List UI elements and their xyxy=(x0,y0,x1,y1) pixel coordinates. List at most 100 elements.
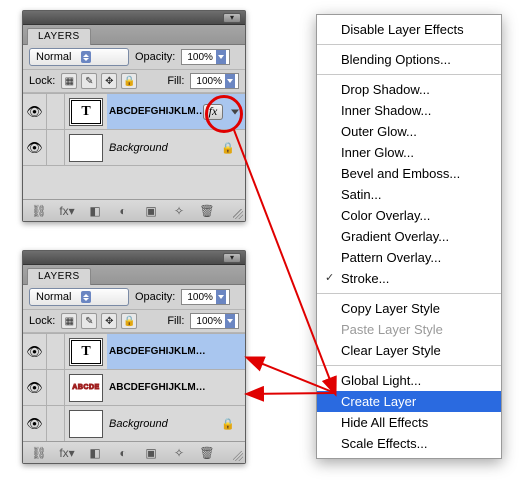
lock-row: Lock: ▦ ✎ ✥ 🔒 Fill: 100% xyxy=(23,310,245,333)
menu-item[interactable]: Copy Layer Style xyxy=(317,298,501,319)
group-icon[interactable]: ▣ xyxy=(143,203,159,219)
opacity-dropdown-icon xyxy=(216,290,226,304)
menu-item[interactable]: Outer Glow... xyxy=(317,121,501,142)
layer-name-area[interactable]: ABCDEFGHIJKLMNOPQR... xyxy=(107,334,245,369)
menu-item[interactable]: Color Overlay... xyxy=(317,205,501,226)
layer-row[interactable]: 👁 TABCDEFGHIJKLMNOPQR... xyxy=(23,333,245,369)
mask-icon[interactable]: ◧ xyxy=(87,445,103,461)
menu-item[interactable]: Inner Glow... xyxy=(317,142,501,163)
new-icon[interactable]: ✧ xyxy=(171,203,187,219)
panel-bottom-bar: ⛓ fx▾ ◧ ◐ ▣ ✧ 🗑 xyxy=(23,199,245,221)
link-column xyxy=(47,130,65,165)
adjust-icon[interactable]: ◐ xyxy=(115,203,131,219)
menu-item[interactable]: Create Layer xyxy=(317,391,501,412)
trash-icon[interactable]: 🗑 xyxy=(199,203,215,219)
lock-icon: 🔒 xyxy=(221,141,235,154)
select-arrows-icon xyxy=(81,51,91,63)
lock-icon: 🔒 xyxy=(221,417,235,430)
blend-mode-select[interactable]: Normal xyxy=(29,48,129,66)
panel-tabbar: LAYERS xyxy=(23,265,245,285)
link-column xyxy=(47,334,65,369)
resize-grip-icon[interactable] xyxy=(233,209,243,219)
link-icon[interactable]: ⛓ xyxy=(31,203,47,219)
menu-item[interactable]: Pattern Overlay... xyxy=(317,247,501,268)
fx-icon[interactable]: fx▾ xyxy=(59,203,75,219)
menu-item[interactable]: Stroke... xyxy=(317,268,501,289)
layer-name: Background xyxy=(109,418,168,430)
link-column xyxy=(47,94,65,129)
fill-input[interactable]: 100% xyxy=(190,73,239,89)
menu-item[interactable]: Gradient Overlay... xyxy=(317,226,501,247)
fill-input[interactable]: 100% xyxy=(190,313,239,329)
blend-row: Normal Opacity: 100% xyxy=(23,45,245,70)
layer-style-context-menu: Disable Layer Effects Blending Options...… xyxy=(316,14,502,459)
menu-separator xyxy=(317,44,501,45)
lock-label: Lock: xyxy=(29,75,55,87)
adjust-icon[interactable]: ◐ xyxy=(115,445,131,461)
lock-transparency-icon[interactable]: ▦ xyxy=(61,73,77,89)
visibility-toggle[interactable]: 👁 xyxy=(23,130,47,165)
menu-separator xyxy=(317,365,501,366)
visibility-toggle[interactable]: 👁 xyxy=(23,370,47,405)
menu-item[interactable]: Clear Layer Style xyxy=(317,340,501,361)
panel-menu-button[interactable]: ▾ xyxy=(223,253,241,263)
layer-row[interactable]: 👁 ABCDEFGHIJKLMNOPQRS... xyxy=(23,369,245,405)
fx-icon[interactable]: fx▾ xyxy=(59,445,75,461)
opacity-value: 100% xyxy=(187,52,213,63)
trash-icon[interactable]: 🗑 xyxy=(199,445,215,461)
new-icon[interactable]: ✧ xyxy=(171,445,187,461)
lock-label: Lock: xyxy=(29,315,55,327)
background-thumb[interactable] xyxy=(69,410,103,438)
lock-pixels-icon[interactable]: ✎ xyxy=(81,73,97,89)
blend-row: Normal Opacity: 100% xyxy=(23,285,245,310)
layer-row[interactable]: 👁 Background 🔒 xyxy=(23,129,245,165)
lock-pixels-icon[interactable]: ✎ xyxy=(81,313,97,329)
lock-all-icon[interactable]: 🔒 xyxy=(121,313,137,329)
layer-name-area[interactable]: ABCDEFGHIJKLMNOPQRS... xyxy=(107,370,245,405)
text-layer-thumb[interactable]: T xyxy=(69,338,103,366)
layer-row[interactable]: 👁 Background 🔒 xyxy=(23,405,245,441)
layer-name: ABCDEFGHIJKLMNO... xyxy=(109,106,207,117)
effect-layer-thumb[interactable] xyxy=(69,374,103,402)
panel-titlebar[interactable]: ▾ xyxy=(23,251,245,265)
visibility-toggle[interactable]: 👁 xyxy=(23,94,47,129)
resize-grip-icon[interactable] xyxy=(233,451,243,461)
menu-item[interactable]: Inner Shadow... xyxy=(317,100,501,121)
visibility-toggle[interactable]: 👁 xyxy=(23,406,47,441)
menu-item[interactable]: Satin... xyxy=(317,184,501,205)
blend-mode-value: Normal xyxy=(36,291,71,303)
tab-layers[interactable]: LAYERS xyxy=(27,268,91,285)
group-icon[interactable]: ▣ xyxy=(143,445,159,461)
lock-position-icon[interactable]: ✥ xyxy=(101,73,117,89)
menu-separator xyxy=(317,74,501,75)
mask-icon[interactable]: ◧ xyxy=(87,203,103,219)
lock-all-icon[interactable]: 🔒 xyxy=(121,73,137,89)
blend-mode-select[interactable]: Normal xyxy=(29,288,129,306)
lock-transparency-icon[interactable]: ▦ xyxy=(61,313,77,329)
visibility-toggle[interactable]: 👁 xyxy=(23,334,47,369)
tab-layers[interactable]: LAYERS xyxy=(27,28,91,45)
menu-item[interactable]: Hide All Effects xyxy=(317,412,501,433)
lock-position-icon[interactable]: ✥ xyxy=(101,313,117,329)
layer-name: Background xyxy=(109,142,168,154)
fill-label: Fill: xyxy=(167,315,184,327)
opacity-label: Opacity: xyxy=(135,51,175,63)
panel-tabbar: LAYERS xyxy=(23,25,245,45)
menu-item: Paste Layer Style xyxy=(317,319,501,340)
menu-item[interactable]: Blending Options... xyxy=(317,49,501,70)
menu-item[interactable]: Global Light... xyxy=(317,370,501,391)
menu-item[interactable]: Scale Effects... xyxy=(317,433,501,454)
text-layer-thumb[interactable]: T xyxy=(69,98,103,126)
menu-item[interactable]: Disable Layer Effects xyxy=(317,19,501,40)
annotation-circle xyxy=(205,95,243,133)
link-column xyxy=(47,406,65,441)
menu-item[interactable]: Bevel and Emboss... xyxy=(317,163,501,184)
panel-titlebar[interactable]: ▾ xyxy=(23,11,245,25)
panel-menu-button[interactable]: ▾ xyxy=(223,13,241,23)
opacity-input[interactable]: 100% xyxy=(181,49,230,65)
opacity-input[interactable]: 100% xyxy=(181,289,230,305)
menu-item[interactable]: Drop Shadow... xyxy=(317,79,501,100)
link-icon[interactable]: ⛓ xyxy=(31,445,47,461)
blend-mode-value: Normal xyxy=(36,51,71,63)
background-thumb[interactable] xyxy=(69,134,103,162)
